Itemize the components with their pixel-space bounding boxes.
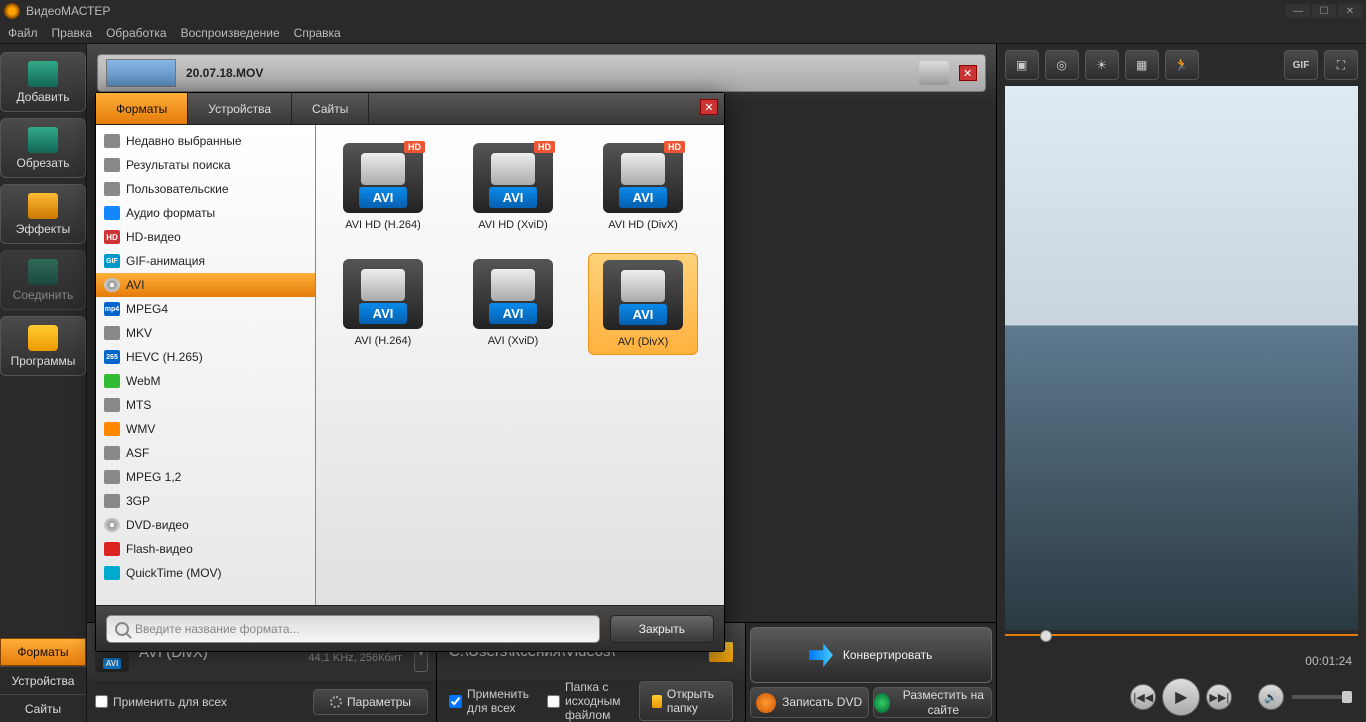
menu-help[interactable]: Справка [294, 26, 341, 40]
sidetab-sites[interactable]: Сайты [0, 694, 86, 722]
cat-custom[interactable]: Пользовательские [96, 177, 315, 201]
brightness-tool-button[interactable]: ☀ [1085, 50, 1119, 80]
format-card-selected[interactable]: AVIAVI (DivX) [588, 253, 698, 355]
arrow-icon [809, 643, 833, 667]
modal-tab-formats[interactable]: Форматы [96, 93, 188, 124]
volume-button[interactable]: 🔊 [1258, 684, 1284, 710]
close-button[interactable]: ✕ [1338, 4, 1362, 18]
folder-icon [652, 695, 662, 708]
modal-tab-devices[interactable]: Устройства [188, 93, 292, 124]
cat-avi[interactable]: AVI [96, 273, 315, 297]
apply-all-path-checkbox[interactable]: Применить для всех [449, 687, 529, 715]
add-button[interactable]: Добавить [0, 52, 86, 112]
video-preview[interactable] [1005, 86, 1358, 630]
format-card[interactable]: HDAVIAVI HD (H.264) [328, 137, 438, 237]
timecode: 00:01:24 [997, 654, 1366, 672]
menu-process[interactable]: Обработка [106, 26, 167, 40]
convert-button[interactable]: Конвертировать [750, 627, 992, 683]
seek-bar[interactable] [1005, 634, 1358, 654]
cat-mkv[interactable]: MKV [96, 321, 315, 345]
category-list: Недавно выбранные Результаты поиска Поль… [96, 125, 316, 605]
globe-icon [874, 693, 890, 713]
stabilize-tool-button[interactable]: ▦ [1125, 50, 1159, 80]
apply-all-checkbox[interactable]: Применить для всех [95, 695, 227, 709]
parameters-button[interactable]: Параметры [313, 689, 428, 715]
next-button[interactable]: ▶▶| [1206, 684, 1232, 710]
burn-dvd-button[interactable]: Записать DVD [750, 687, 869, 718]
format-card[interactable]: HDAVIAVI HD (DivX) [588, 137, 698, 237]
minimize-button[interactable]: — [1286, 4, 1310, 18]
cat-mts[interactable]: MTS [96, 393, 315, 417]
crop-tool-button[interactable]: ▣ [1005, 50, 1039, 80]
sidetab-formats[interactable]: Форматы [0, 638, 86, 666]
speed-tool-button[interactable]: 🏃 [1165, 50, 1199, 80]
cat-mpeg4[interactable]: mp4MPEG4 [96, 297, 315, 321]
format-search-input[interactable]: Введите название формата... [106, 615, 600, 643]
source-folder-checkbox[interactable]: Папка с исходным файлом [547, 680, 620, 722]
camera-icon [919, 61, 949, 85]
sidebar: Добавить Обрезать Эффекты Соединить Прог… [0, 44, 87, 722]
cat-asf[interactable]: ASF [96, 441, 315, 465]
cat-recent[interactable]: Недавно выбранные [96, 129, 315, 153]
seek-knob[interactable] [1040, 630, 1052, 642]
effects-button[interactable]: Эффекты [0, 184, 86, 244]
cat-quicktime[interactable]: QuickTime (MOV) [96, 561, 315, 585]
modal-close-button[interactable]: ✕ [700, 99, 718, 115]
sidetab-devices[interactable]: Устройства [0, 666, 86, 694]
gif-button[interactable]: GIF [1284, 50, 1318, 80]
app-icon [4, 3, 20, 19]
volume-slider[interactable] [1292, 695, 1352, 699]
gear-icon [330, 696, 342, 708]
menu-file[interactable]: Файл [8, 26, 38, 40]
cat-audio[interactable]: Аудио форматы [96, 201, 315, 225]
programs-button[interactable]: Программы [0, 316, 86, 376]
file-card[interactable]: 20.07.18.MOV ✕ [97, 54, 986, 92]
app-title: ВидеоМАСТЕР [26, 4, 1286, 18]
preview-panel: ▣ ◎ ☀ ▦ 🏃 GIF ⛶ 00:01:24 |◀◀ ▶ ▶▶| 🔊 [996, 44, 1366, 722]
fullscreen-button[interactable]: ⛶ [1324, 50, 1358, 80]
maximize-button[interactable]: ☐ [1312, 4, 1336, 18]
menubar: Файл Правка Обработка Воспроизведение Сп… [0, 22, 1366, 44]
cat-3gp[interactable]: 3GP [96, 489, 315, 513]
cat-hd[interactable]: HDHD-видео [96, 225, 315, 249]
format-card[interactable]: HDAVIAVI HD (XviD) [458, 137, 568, 237]
modal-tab-sites[interactable]: Сайты [292, 93, 369, 124]
file-remove-button[interactable]: ✕ [959, 65, 977, 81]
format-card[interactable]: AVIAVI (XviD) [458, 253, 568, 355]
modal-close-footer-button[interactable]: Закрыть [610, 615, 714, 643]
cat-mpeg12[interactable]: MPEG 1,2 [96, 465, 315, 489]
play-button[interactable]: ▶ [1162, 678, 1200, 716]
disc-icon [756, 693, 776, 713]
file-thumbnail [106, 59, 176, 87]
join-button: Соединить [0, 250, 86, 310]
format-card[interactable]: AVIAVI (H.264) [328, 253, 438, 355]
open-folder-button[interactable]: Открыть папку [639, 681, 733, 721]
format-modal: Форматы Устройства Сайты ✕ Недавно выбра… [95, 92, 725, 652]
cat-gif[interactable]: GIFGIF-анимация [96, 249, 315, 273]
menu-edit[interactable]: Правка [52, 26, 93, 40]
file-name: 20.07.18.MOV [186, 66, 263, 80]
cat-flash[interactable]: Flash-видео [96, 537, 315, 561]
cat-dvd[interactable]: DVD-видео [96, 513, 315, 537]
prev-button[interactable]: |◀◀ [1130, 684, 1156, 710]
search-icon [115, 622, 129, 636]
publish-button[interactable]: Разместить на сайте [873, 687, 992, 718]
cat-search[interactable]: Результаты поиска [96, 153, 315, 177]
menu-playback[interactable]: Воспроизведение [181, 26, 280, 40]
enhance-tool-button[interactable]: ◎ [1045, 50, 1079, 80]
cut-button[interactable]: Обрезать [0, 118, 86, 178]
format-grid: HDAVIAVI HD (H.264) HDAVIAVI HD (XviD) H… [316, 125, 724, 605]
cat-wmv[interactable]: WMV [96, 417, 315, 441]
cat-webm[interactable]: WebM [96, 369, 315, 393]
main-area: 20.07.18.MOV ✕ Форматы Устройства Сайты … [87, 44, 996, 722]
cat-hevc[interactable]: 265HEVC (H.265) [96, 345, 315, 369]
